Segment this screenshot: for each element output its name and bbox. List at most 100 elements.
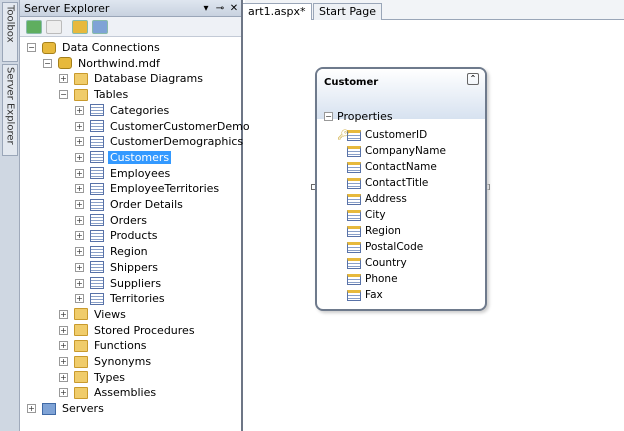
expand-icon[interactable]: + <box>59 357 68 366</box>
tree-item-label: Shippers <box>110 260 158 274</box>
document-tabs: art1.aspx* Start Page <box>243 0 624 20</box>
connect-to-server-icon[interactable] <box>92 19 108 34</box>
expand-icon[interactable]: + <box>75 105 84 115</box>
pin-icon[interactable]: ⊸ <box>213 3 227 14</box>
tree-item[interactable]: + Territories <box>75 291 167 306</box>
tree-item[interactable]: + Stored Procedures <box>59 323 197 338</box>
collapse-icon[interactable]: − <box>59 90 68 100</box>
collapse-icon[interactable]: − <box>27 43 36 52</box>
stop-icon[interactable] <box>46 19 62 34</box>
expand-icon[interactable]: + <box>75 184 84 194</box>
entity-property[interactable]: Fax <box>347 287 383 303</box>
expand-icon[interactable]: + <box>75 121 84 131</box>
tree-item[interactable]: + Suppliers <box>75 276 163 291</box>
customer-entity-shape[interactable]: Customer ⌃ − Properties 🔑︎ CustomerID Comp… <box>315 67 487 311</box>
expand-icon[interactable]: + <box>75 231 84 241</box>
tree-item[interactable]: + Orders <box>75 213 149 228</box>
property-icon <box>347 177 361 189</box>
tree-item[interactable]: + CustomerDemographics <box>75 134 245 149</box>
entity-property[interactable]: CompanyName <box>347 143 446 159</box>
tree-item-label: Assemblies <box>94 386 157 400</box>
entity-property[interactable]: Country <box>347 255 407 271</box>
expand-icon[interactable]: + <box>59 74 68 84</box>
expand-icon[interactable]: + <box>75 278 84 288</box>
entity-property[interactable]: ContactName <box>347 159 437 175</box>
tree-item[interactable]: + Functions <box>59 338 149 353</box>
tree-item[interactable]: + Views <box>59 307 128 322</box>
table-icon <box>90 261 104 274</box>
server-explorer-tab-label: Server Explorer <box>4 67 16 145</box>
panel-toolbar <box>20 17 241 37</box>
expand-icon[interactable]: + <box>75 247 84 257</box>
expand-icon[interactable]: + <box>27 404 36 413</box>
entity-property[interactable]: 🔑︎ CustomerID <box>337 127 428 143</box>
tree-item[interactable]: + Categories <box>75 103 171 118</box>
toolbox-tab[interactable]: Toolbox <box>2 2 18 62</box>
tree-item-label: Region <box>110 245 148 259</box>
connect-to-database-icon[interactable] <box>72 19 88 34</box>
tree-item[interactable]: + CustomerCustomerDemo <box>75 119 252 134</box>
tree-item-label: Territories <box>110 292 165 306</box>
table-icon <box>90 104 104 117</box>
tree-item[interactable]: − Northwind.mdf <box>43 56 162 71</box>
tree-item[interactable]: + Products <box>75 228 160 243</box>
tree-item[interactable]: + Region <box>75 244 150 259</box>
close-icon[interactable]: ✕ <box>227 3 241 14</box>
expand-icon[interactable]: + <box>75 137 84 147</box>
collapse-icon[interactable]: − <box>43 58 52 68</box>
entity-property[interactable]: Region <box>347 223 401 239</box>
refresh-icon[interactable] <box>26 19 42 34</box>
table-icon <box>90 151 104 164</box>
property-label: CustomerID <box>365 129 428 141</box>
tree-item[interactable]: + Database Diagrams <box>59 71 205 86</box>
expand-icon[interactable]: + <box>59 388 68 398</box>
property-label: ContactTitle <box>365 177 429 189</box>
expand-icon[interactable]: + <box>75 262 84 272</box>
expand-icon[interactable]: + <box>59 325 68 335</box>
table-icon <box>90 245 104 258</box>
server-explorer-panel: Server Explorer ▾ ⊸ ✕ − Data Connections −… <box>20 0 250 431</box>
entity-property[interactable]: Address <box>347 191 407 207</box>
tree-item-label: Products <box>110 229 158 243</box>
tab-start-page[interactable]: Start Page <box>313 3 382 20</box>
property-label: PostalCode <box>365 241 424 253</box>
entity-property[interactable]: Phone <box>347 271 398 287</box>
property-label: Region <box>365 225 401 237</box>
expand-icon[interactable]: + <box>75 168 84 178</box>
tab-art1-aspx[interactable]: art1.aspx* <box>243 3 312 20</box>
tree-item[interactable]: + Employees <box>75 166 172 181</box>
entity-property[interactable]: City <box>347 207 386 223</box>
tree-item-label: Servers <box>62 402 104 415</box>
tree-item[interactable]: + Order Details <box>75 197 185 212</box>
tree-item[interactable]: + Servers <box>27 401 106 416</box>
folder-icon <box>74 324 88 337</box>
entity-property[interactable]: ContactTitle <box>347 175 428 191</box>
tree-item-label: Stored Procedures <box>94 323 195 337</box>
toolbox-tab-label: Toolbox <box>4 5 16 43</box>
expand-icon[interactable]: + <box>59 341 68 351</box>
expand-icon[interactable]: + <box>75 294 84 304</box>
server-explorer-tab[interactable]: Server Explorer <box>2 64 18 156</box>
expand-icon[interactable]: + <box>59 309 68 319</box>
property-icon <box>347 225 361 237</box>
tree-item[interactable]: + Customers <box>75 150 172 165</box>
tree-item[interactable]: − Data Connections <box>27 40 162 55</box>
properties-section[interactable]: − Properties <box>324 110 393 123</box>
tree-item[interactable]: + EmployeeTerritories <box>75 181 221 196</box>
expand-icon[interactable]: + <box>59 372 68 382</box>
tree-item[interactable]: + Types <box>59 370 127 385</box>
tree-item[interactable]: + Synonyms <box>59 354 153 369</box>
collapse-icon[interactable]: ⌃ <box>467 73 479 85</box>
collapse-properties-icon[interactable]: − <box>324 112 333 121</box>
expand-icon[interactable]: + <box>75 152 84 162</box>
table-icon <box>90 120 104 132</box>
property-label: Phone <box>365 273 398 285</box>
window-position-dropdown-icon[interactable]: ▾ <box>199 3 213 14</box>
property-icon <box>347 289 361 301</box>
expand-icon[interactable]: + <box>75 200 84 209</box>
entity-property[interactable]: PostalCode <box>347 239 423 255</box>
tree-item[interactable]: + Assemblies <box>59 385 158 400</box>
tree-item[interactable]: + Shippers <box>75 260 160 275</box>
tree-item[interactable]: − Tables <box>59 87 130 102</box>
expand-icon[interactable]: + <box>75 215 84 225</box>
